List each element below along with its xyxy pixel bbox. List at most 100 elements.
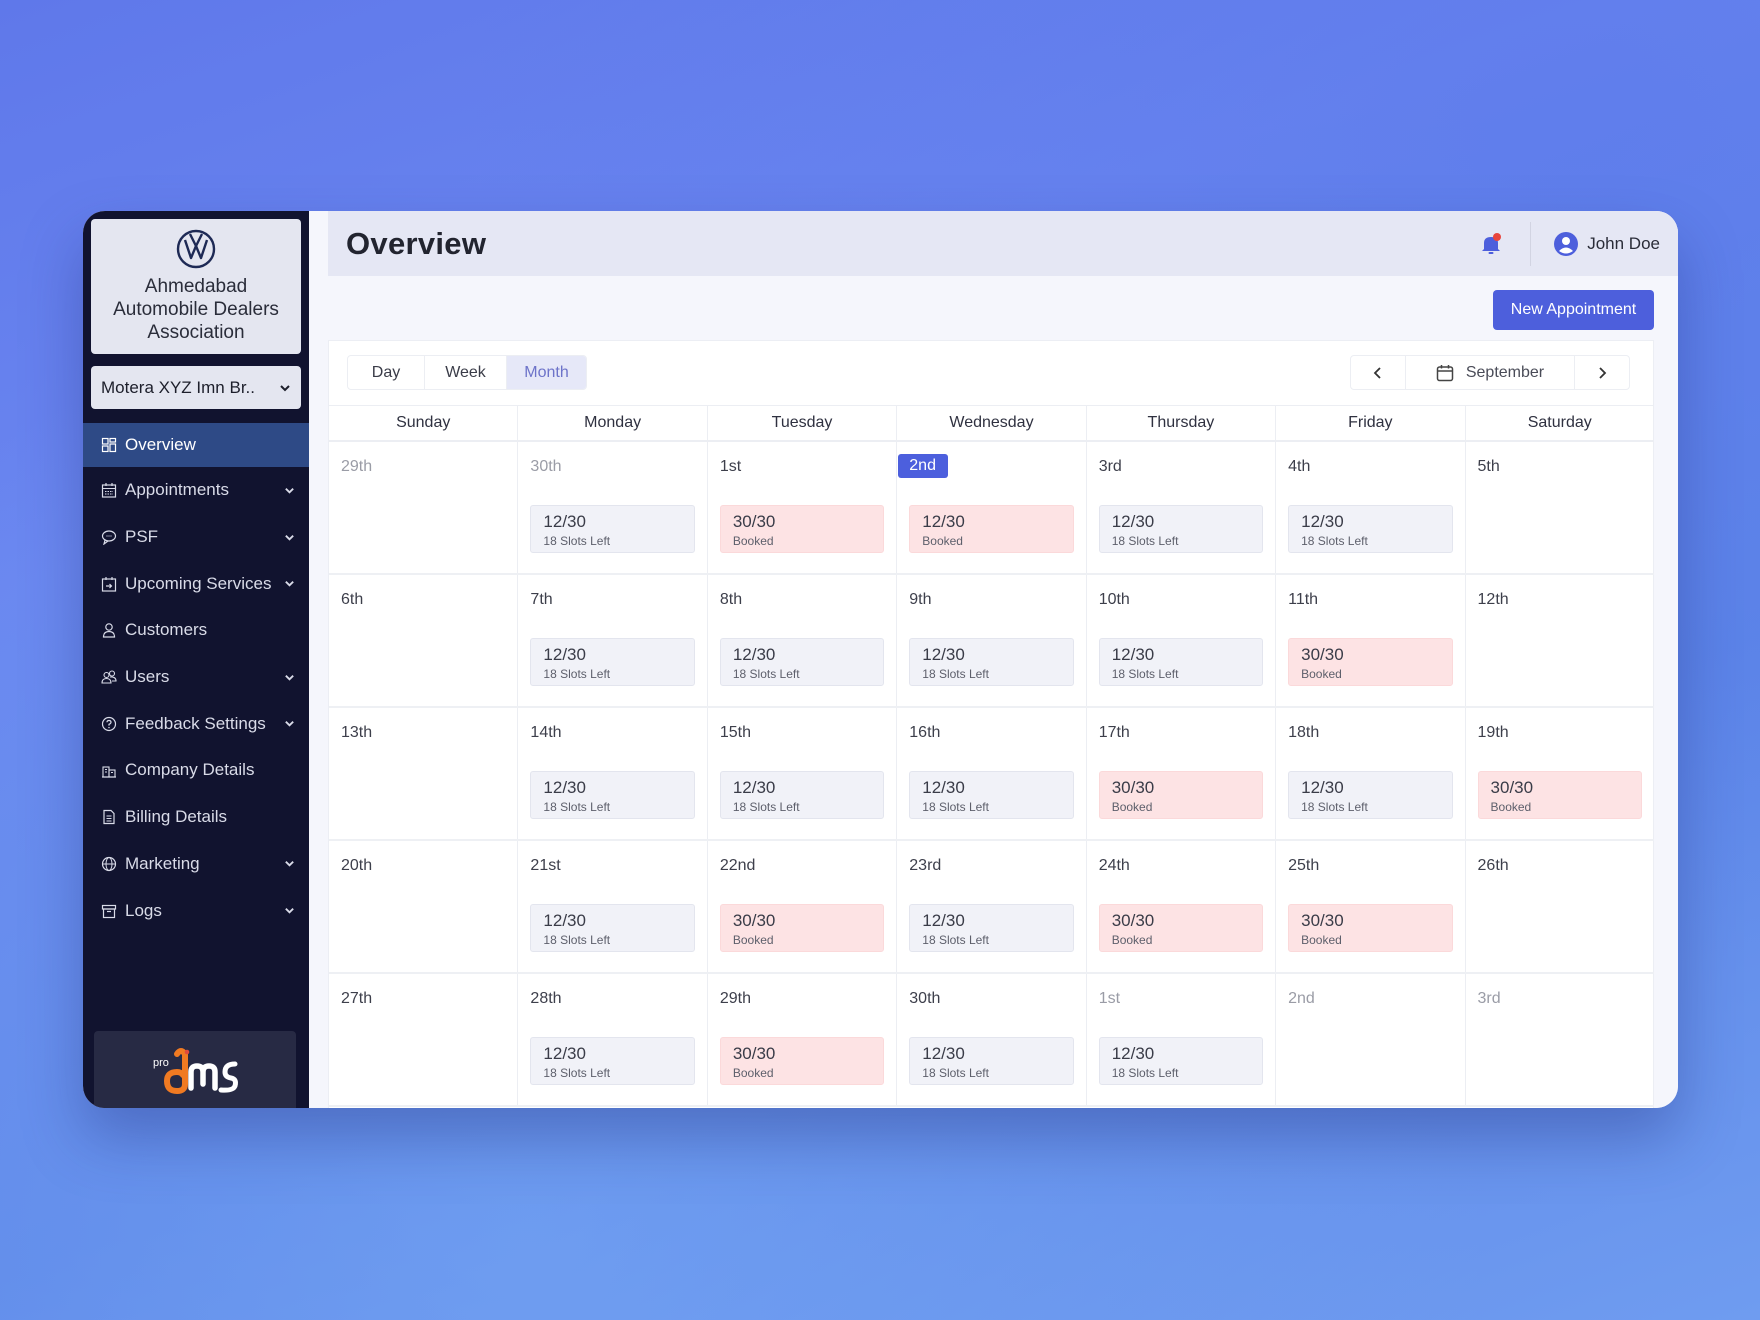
- slot-badge-available[interactable]: 12/30 18 Slots Left: [1098, 505, 1264, 553]
- slot-badge-available[interactable]: 12/30 18 Slots Left: [530, 505, 695, 553]
- day-cell[interactable]: 5th: [1466, 442, 1654, 573]
- tab-day[interactable]: Day: [348, 356, 425, 389]
- day-cell[interactable]: 7th 12/30 18 Slots Left: [518, 575, 708, 706]
- slot-status: Booked: [1490, 800, 1532, 814]
- day-number: 20th: [341, 857, 373, 874]
- day-cell[interactable]: 11th 30/30 Booked: [1276, 575, 1466, 706]
- day-cell[interactable]: 6th: [329, 575, 519, 706]
- slot-status: 18 Slots Left: [732, 667, 800, 681]
- slot-count: 30/30: [1301, 911, 1344, 930]
- day-cell[interactable]: 30th 12/30 18 Slots Left: [897, 974, 1087, 1105]
- new-appointment-button[interactable]: New Appointment: [1493, 290, 1654, 330]
- day-cell[interactable]: 13th: [329, 708, 519, 839]
- sidebar-item-marketing[interactable]: Marketing: [83, 841, 309, 888]
- day-cell[interactable]: 29th 30/30 Booked: [708, 974, 898, 1105]
- sidebar-item-appointments[interactable]: Appointments: [83, 467, 309, 514]
- day-number: 26th: [1477, 857, 1509, 874]
- sidebar-item-label: Feedback Settings: [125, 713, 266, 733]
- slot-badge-booked[interactable]: 30/30 Booked: [1098, 904, 1264, 952]
- chevron-down-icon: [285, 534, 294, 541]
- day-cell[interactable]: 2nd 12/30 Booked: [897, 442, 1087, 573]
- sidebar-item-billing-details[interactable]: Billing Details: [83, 794, 309, 841]
- day-cell[interactable]: 19th 30/30 Booked: [1466, 708, 1654, 839]
- day-cell[interactable]: 24th 30/30 Booked: [1087, 841, 1277, 972]
- day-cell[interactable]: 28th 12/30 18 Slots Left: [518, 974, 708, 1105]
- slot-badge-booked[interactable]: 30/30 Booked: [1098, 771, 1264, 819]
- slot-badge-available[interactable]: 12/30 18 Slots Left: [719, 638, 885, 686]
- slot-badge-available[interactable]: 12/30 18 Slots Left: [1288, 771, 1453, 819]
- slot-badge-available[interactable]: 12/30 18 Slots Left: [1098, 638, 1264, 686]
- day-cell[interactable]: 22nd 30/30 Booked: [708, 841, 898, 972]
- day-cell[interactable]: 8th 12/30 18 Slots Left: [708, 575, 898, 706]
- slot-status: 18 Slots Left: [922, 1066, 989, 1080]
- branch-select[interactable]: Motera XYZ Imn Br..: [91, 366, 301, 409]
- day-cell[interactable]: 3rd: [1466, 974, 1654, 1105]
- day-cell[interactable]: 20th: [329, 841, 519, 972]
- slot-badge-available[interactable]: 12/30 18 Slots Left: [1098, 1037, 1264, 1085]
- slot-badge-booked[interactable]: 30/30 Booked: [719, 904, 885, 952]
- slot-status: 18 Slots Left: [543, 667, 611, 681]
- day-cell[interactable]: 18th 12/30 18 Slots Left: [1276, 708, 1466, 839]
- day-cell[interactable]: 15th 12/30 18 Slots Left: [708, 708, 898, 839]
- day-number: 30th: [909, 990, 941, 1007]
- day-cell[interactable]: 14th 12/30 18 Slots Left: [518, 708, 708, 839]
- day-cell[interactable]: 17th 30/30 Booked: [1087, 708, 1277, 839]
- chevron-down-icon: [280, 384, 290, 391]
- day-cell[interactable]: 26th: [1466, 841, 1654, 972]
- top-bar: Overview John Doe: [328, 211, 1678, 276]
- slot-badge-booked[interactable]: 30/30 Booked: [1288, 638, 1453, 686]
- tab-week[interactable]: Week: [425, 356, 507, 389]
- day-cell[interactable]: 9th 12/30 18 Slots Left: [897, 575, 1087, 706]
- slot-badge-available[interactable]: 12/30 18 Slots Left: [530, 638, 695, 686]
- tab-month[interactable]: Month: [507, 356, 586, 389]
- day-cell[interactable]: 30th 12/30 18 Slots Left: [518, 442, 708, 573]
- slot-count: 12/30: [732, 778, 776, 797]
- calendar-card: Day Week Month September Sunday Monday T…: [328, 340, 1654, 1108]
- month-picker[interactable]: September: [1405, 356, 1575, 389]
- sidebar-item-company-details[interactable]: Company Details: [83, 747, 309, 794]
- day-cell[interactable]: 25th 30/30 Booked: [1276, 841, 1466, 972]
- sidebar-item-customers[interactable]: Customers: [83, 607, 309, 654]
- slot-badge-booked[interactable]: 30/30 Booked: [1288, 904, 1453, 952]
- slot-badge-available[interactable]: 12/30 18 Slots Left: [909, 638, 1074, 686]
- slot-status: Booked: [732, 933, 774, 947]
- day-cell[interactable]: 29th: [329, 442, 519, 573]
- day-cell[interactable]: 21st 12/30 18 Slots Left: [518, 841, 708, 972]
- day-cell[interactable]: 4th 12/30 18 Slots Left: [1276, 442, 1466, 573]
- sidebar-item-feedback-settings[interactable]: Feedback Settings: [83, 700, 309, 747]
- day-number: 25th: [1288, 857, 1320, 874]
- week-row: 20th 21st 12/30 18 Slots Left 22nd 30/30 Booke…: [329, 841, 1654, 974]
- slot-badge-booked[interactable]: 30/30 Booked: [1477, 771, 1642, 819]
- day-cell[interactable]: 12th: [1466, 575, 1654, 706]
- day-cell[interactable]: 16th 12/30 18 Slots Left: [897, 708, 1087, 839]
- slot-badge-available[interactable]: 12/30 18 Slots Left: [909, 771, 1074, 819]
- slot-badge-booked[interactable]: 30/30 Booked: [719, 1037, 885, 1085]
- slot-badge-available[interactable]: 12/30 18 Slots Left: [909, 904, 1074, 952]
- slot-badge-booked[interactable]: 30/30 Booked: [719, 505, 885, 553]
- slot-badge-available[interactable]: 12/30 18 Slots Left: [1288, 505, 1453, 553]
- day-number: 23rd: [909, 857, 942, 874]
- slot-badge-available[interactable]: 12/30 18 Slots Left: [530, 1037, 695, 1085]
- slot-badge-available[interactable]: 12/30 18 Slots Left: [530, 771, 695, 819]
- day-cell[interactable]: 23rd 12/30 18 Slots Left: [897, 841, 1087, 972]
- sidebar-item-users[interactable]: Users: [83, 654, 309, 701]
- day-cell[interactable]: 1st 12/30 18 Slots Left: [1087, 974, 1277, 1105]
- slot-badge-booked[interactable]: 12/30 Booked: [909, 505, 1074, 553]
- sidebar-item-upcoming-services[interactable]: Upcoming Services: [83, 560, 309, 607]
- day-cell[interactable]: 27th: [329, 974, 519, 1105]
- notification-bell[interactable]: [1478, 231, 1504, 257]
- slot-badge-available[interactable]: 12/30 18 Slots Left: [530, 904, 695, 952]
- slot-badge-available[interactable]: 12/30 18 Slots Left: [909, 1037, 1074, 1085]
- prev-month-button[interactable]: [1351, 356, 1405, 389]
- sidebar-item-logs[interactable]: Logs: [83, 887, 309, 934]
- sidebar-item-psf[interactable]: PSF: [83, 514, 309, 561]
- sidebar-item-overview[interactable]: Overview: [83, 423, 309, 467]
- next-month-button[interactable]: [1575, 356, 1629, 389]
- day-cell[interactable]: 10th 12/30 18 Slots Left: [1087, 575, 1277, 706]
- day-cell[interactable]: 3rd 12/30 18 Slots Left: [1087, 442, 1277, 573]
- user-menu[interactable]: John Doe: [1553, 231, 1660, 257]
- sidebar-item-label: Upcoming Services: [125, 573, 272, 593]
- day-cell[interactable]: 1st 30/30 Booked: [708, 442, 898, 573]
- slot-badge-available[interactable]: 12/30 18 Slots Left: [719, 771, 885, 819]
- day-cell[interactable]: 2nd: [1276, 974, 1466, 1105]
